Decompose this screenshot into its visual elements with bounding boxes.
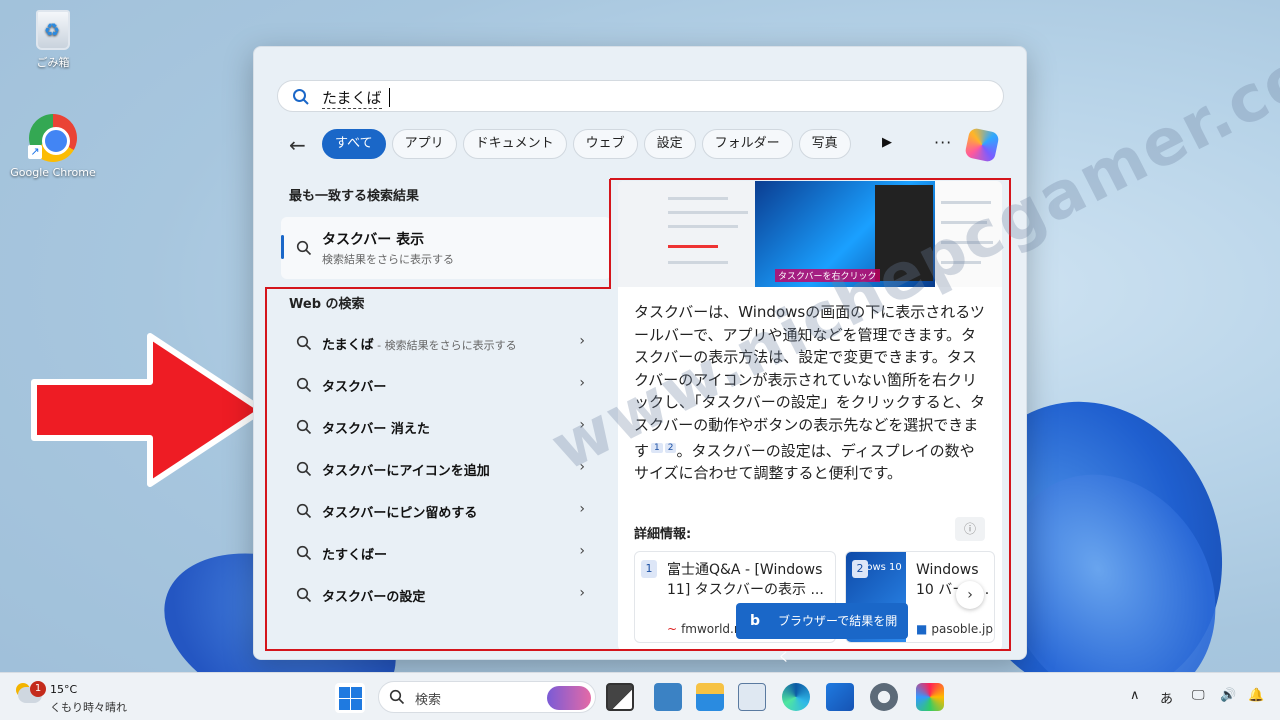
edge-icon[interactable] (782, 683, 810, 711)
file-explorer-icon[interactable] (696, 683, 724, 711)
desktop-icon-label: ごみ箱 (36, 56, 70, 69)
tab-all[interactable]: すべて (322, 129, 386, 159)
annotation-arrow (31, 333, 265, 487)
tab-folders[interactable]: フォルダー (701, 129, 793, 159)
highlight-frame (265, 178, 1011, 651)
start-button[interactable] (335, 683, 365, 713)
chevron-up-icon[interactable]: ∧ (1130, 688, 1140, 703)
notepad-icon[interactable] (654, 683, 682, 711)
tab-apps[interactable]: アプリ (391, 129, 457, 159)
notification-badge: 1 (30, 681, 46, 697)
paint-icon[interactable] (916, 683, 944, 711)
search-query: たまくば (322, 89, 382, 109)
taskbar-search[interactable]: 検索 (378, 681, 596, 713)
store-icon[interactable] (826, 683, 854, 711)
copilot-icon[interactable] (964, 127, 1000, 163)
search-icon (293, 89, 309, 105)
taskbar-search-placeholder: 検索 (415, 693, 442, 708)
shortcut-arrow-icon: ↗ (28, 145, 42, 159)
volume-icon[interactable]: 🔊 (1220, 688, 1236, 703)
weather-condition: くもり時々晴れ (50, 701, 127, 714)
more-options-button[interactable]: ··· (934, 133, 952, 152)
desktop-icon-recycle-bin[interactable]: ごみ箱 (8, 10, 98, 70)
network-icon[interactable]: 🖵 (1192, 688, 1205, 703)
back-button[interactable]: ← (289, 133, 306, 157)
tab-settings[interactable]: 設定 (643, 129, 696, 159)
taskbar: 1 15°C くもり時々晴れ 検索 ∧ あ 🖵 🔊 🔔 (0, 672, 1280, 720)
tab-documents[interactable]: ドキュメント (462, 129, 567, 159)
tab-web[interactable]: ウェブ (572, 129, 638, 159)
recycle-bin-icon (36, 10, 70, 50)
performance-monitor-icon[interactable] (738, 683, 766, 711)
search-input[interactable]: たまくば (277, 80, 1004, 112)
weather-widget[interactable]: 1 15°C くもり時々晴れ (16, 681, 136, 715)
desktop-icon-label: Google Chrome (10, 166, 96, 179)
tab-photos[interactable]: 写真 (798, 129, 851, 159)
weather-temp: 15°C (50, 683, 78, 696)
notification-bell-icon[interactable]: 🔔 (1248, 688, 1264, 703)
text-caret (389, 88, 390, 107)
filter-tabs: すべて アプリ ドキュメント ウェブ 設定 フォルダー 写真 (322, 129, 851, 159)
search-highlight-art (547, 686, 591, 710)
desktop-icon-chrome[interactable]: Google Chrome (8, 114, 98, 179)
search-icon (389, 689, 405, 705)
play-icon[interactable]: ▶ (882, 135, 892, 150)
task-view-icon[interactable] (606, 683, 634, 711)
settings-gear-icon[interactable] (870, 683, 898, 711)
ime-indicator[interactable]: あ (1160, 688, 1173, 707)
